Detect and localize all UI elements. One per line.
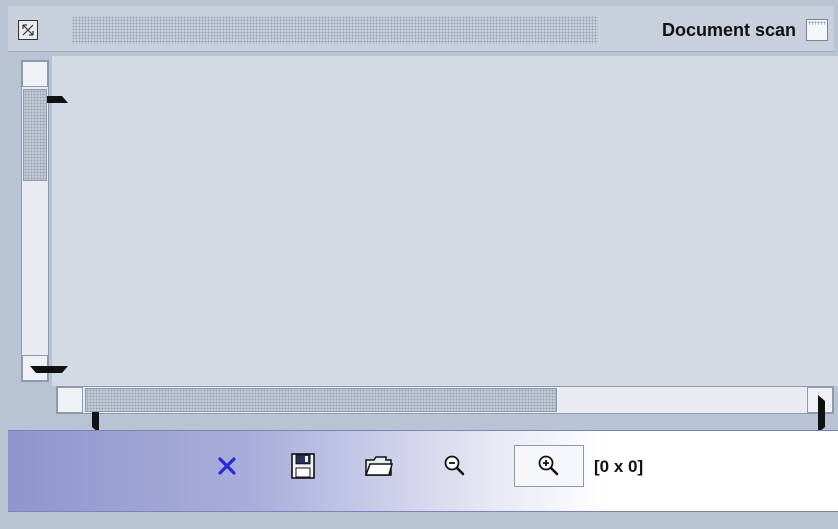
title-bar-grip [72,16,598,44]
vertical-scroll-thumb[interactable] [23,89,47,181]
scroll-right-button[interactable] [807,387,833,433]
close-x-icon [218,457,236,475]
arrow-right-icon [818,395,838,433]
image-size-label: [0 x 0] [594,457,644,476]
document-scan-window: Document scan [0 x 0] [0,0,838,529]
scroll-up-button[interactable] [22,61,68,103]
scroll-down-button[interactable] [22,355,68,381]
window-title: Document scan [661,20,796,40]
floppy-disk-icon [291,453,315,479]
clear-button[interactable] [206,445,248,487]
toolbar: [0 x 0] [8,430,838,512]
zoom-in-button[interactable] [514,445,584,487]
scroll-left-button[interactable] [57,387,99,433]
save-button[interactable] [282,445,324,487]
horizontal-scroll-thumb[interactable] [85,388,557,412]
title-bar[interactable]: Document scan [8,6,834,52]
open-button[interactable] [358,445,400,487]
scan-canvas[interactable] [52,56,838,386]
vertical-scrollbar[interactable] [21,60,68,382]
zoom-out-button[interactable] [434,445,476,487]
horizontal-scrollbar[interactable] [56,386,834,433]
zoom-in-icon [538,455,559,476]
maximize-icon[interactable] [806,19,828,41]
zoom-out-icon [444,455,465,476]
window-system-icon[interactable] [18,20,38,40]
folder-icon [364,456,393,476]
